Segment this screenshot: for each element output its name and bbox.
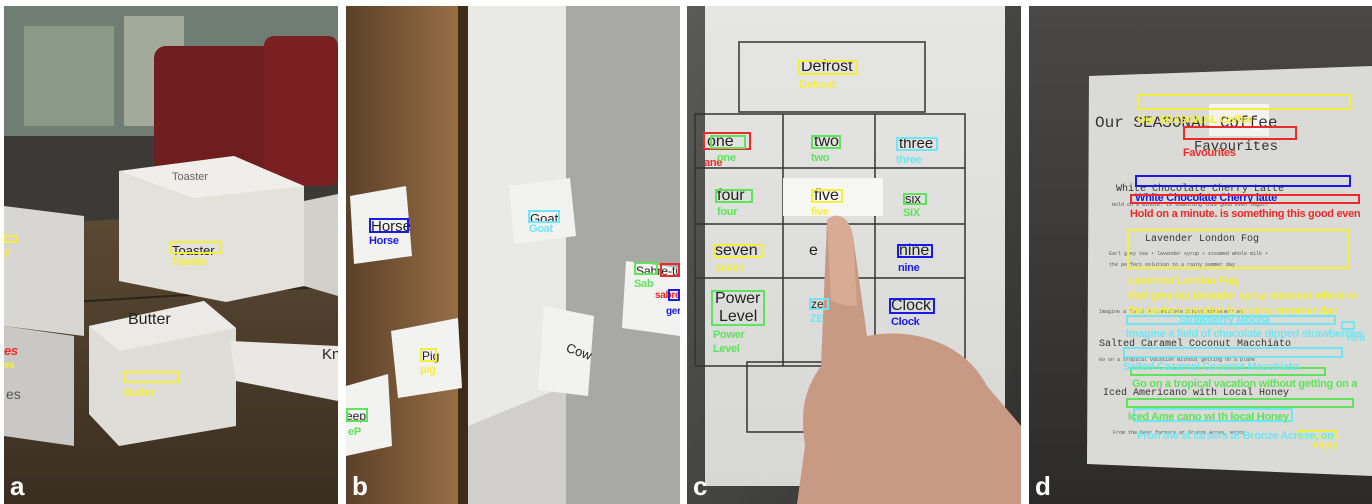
label-horse: Horse xyxy=(369,235,399,247)
label-es-red: es xyxy=(4,343,18,358)
panel-b: Horse Goat Sabre-tu Cow Pig eep Horse Go… xyxy=(346,6,680,504)
panel-a: Toaster Toaster Butter Kn es p Toaster e… xyxy=(4,6,338,504)
label-enjoy: enjoy xyxy=(1313,440,1338,451)
detection-box xyxy=(809,298,829,310)
detection-box xyxy=(711,290,765,326)
label-four: four xyxy=(717,206,738,218)
label-pig: pig xyxy=(420,364,436,376)
printed-butter: Butter xyxy=(128,311,171,328)
label-toaster: Toaster xyxy=(171,256,208,268)
panel-letter-c: c xyxy=(693,471,708,501)
label-mocha-desc: Imagine a field of chocolate dipped stra… xyxy=(1126,328,1364,340)
panel-c: Defrost one two three four five six seve… xyxy=(687,6,1021,504)
printed-es: es xyxy=(6,386,21,402)
label-rum: rum xyxy=(1347,333,1365,344)
printed-knife: Kn xyxy=(322,346,338,363)
label-five: five xyxy=(811,206,829,218)
detection-box xyxy=(1126,398,1354,408)
label-ep: eP xyxy=(348,426,361,438)
label-ze: ZE xyxy=(810,313,824,325)
detection-box xyxy=(1123,347,1343,358)
panel-letter-b: b xyxy=(352,471,368,501)
panel-d: Our SEASONAL Coffee Favourites White Cho… xyxy=(1029,6,1372,504)
printed-eight: e xyxy=(809,242,818,259)
label-london-desc: Earl grey tea lavender syrup steamed who… xyxy=(1128,290,1357,302)
detection-box xyxy=(903,193,927,205)
detection-box xyxy=(710,135,746,149)
detection-box xyxy=(1135,175,1351,187)
label-latte-desc: Hold on a minute. is something this good… xyxy=(1130,208,1361,220)
detection-box xyxy=(1137,94,1351,110)
detection-box xyxy=(634,262,658,275)
label-power: Power xyxy=(713,329,745,341)
label-three: three xyxy=(896,154,922,166)
panel-letter-d: d xyxy=(1035,471,1051,501)
detection-box xyxy=(1127,229,1350,269)
label-macchiato-desc: Go on a tropical vacation without gettin… xyxy=(1132,378,1358,390)
detection-box xyxy=(369,218,409,233)
label-clock: Clock xyxy=(891,316,920,328)
label-sab: Sab xyxy=(634,278,654,290)
label-ger: ger xyxy=(666,306,680,317)
detection-box xyxy=(4,235,18,243)
detection-box xyxy=(660,263,680,277)
detection-box xyxy=(528,210,560,223)
detection-box xyxy=(811,189,843,203)
label-p: p xyxy=(4,246,11,258)
label-goat: Goat xyxy=(529,223,553,235)
detection-box xyxy=(346,408,368,422)
label-favourites: Favourites xyxy=(1183,147,1236,159)
detection-box xyxy=(896,137,938,151)
detection-box xyxy=(713,244,763,258)
label-es-yellow: es xyxy=(4,360,15,371)
detection-box xyxy=(170,241,222,254)
label-one: one xyxy=(717,152,736,164)
detection-box xyxy=(889,298,935,314)
detection-box xyxy=(668,289,680,301)
panel-letter-a: a xyxy=(10,471,25,501)
panel-a-photo xyxy=(4,6,338,504)
label-six: SIX xyxy=(903,207,920,219)
detection-box xyxy=(1130,194,1360,204)
detection-box xyxy=(124,371,179,383)
label-two: two xyxy=(811,152,830,164)
detection-box xyxy=(1183,126,1297,140)
printed-toaster-top: Toaster xyxy=(172,171,209,183)
label-butter: Butter xyxy=(124,387,155,399)
label-americano: Iced Ame cano wi th local Honey xyxy=(1128,411,1289,423)
label-macchiato: Salted Cazamel Coconut Macchiato xyxy=(1123,361,1299,373)
label-london: Lavender London Fog xyxy=(1128,275,1238,287)
label-defrost: Defrost xyxy=(799,79,836,91)
detection-box xyxy=(420,348,437,362)
detection-box xyxy=(715,189,753,203)
detection-box xyxy=(811,135,841,149)
detection-box xyxy=(798,60,858,75)
detection-box xyxy=(897,244,933,258)
label-title: Our SEASONAL Coffee xyxy=(1137,114,1253,126)
label-americano-desc: Fron the st farsers at Bronze Acrese, on xyxy=(1137,430,1334,442)
detection-box xyxy=(1341,321,1355,330)
label-mocha: Strawberry Mocha xyxy=(1179,314,1270,326)
label-level: Level xyxy=(713,343,740,355)
label-nine: nine xyxy=(898,262,920,274)
label-seven: seven xyxy=(715,262,745,274)
panel-b-photo xyxy=(346,6,680,504)
